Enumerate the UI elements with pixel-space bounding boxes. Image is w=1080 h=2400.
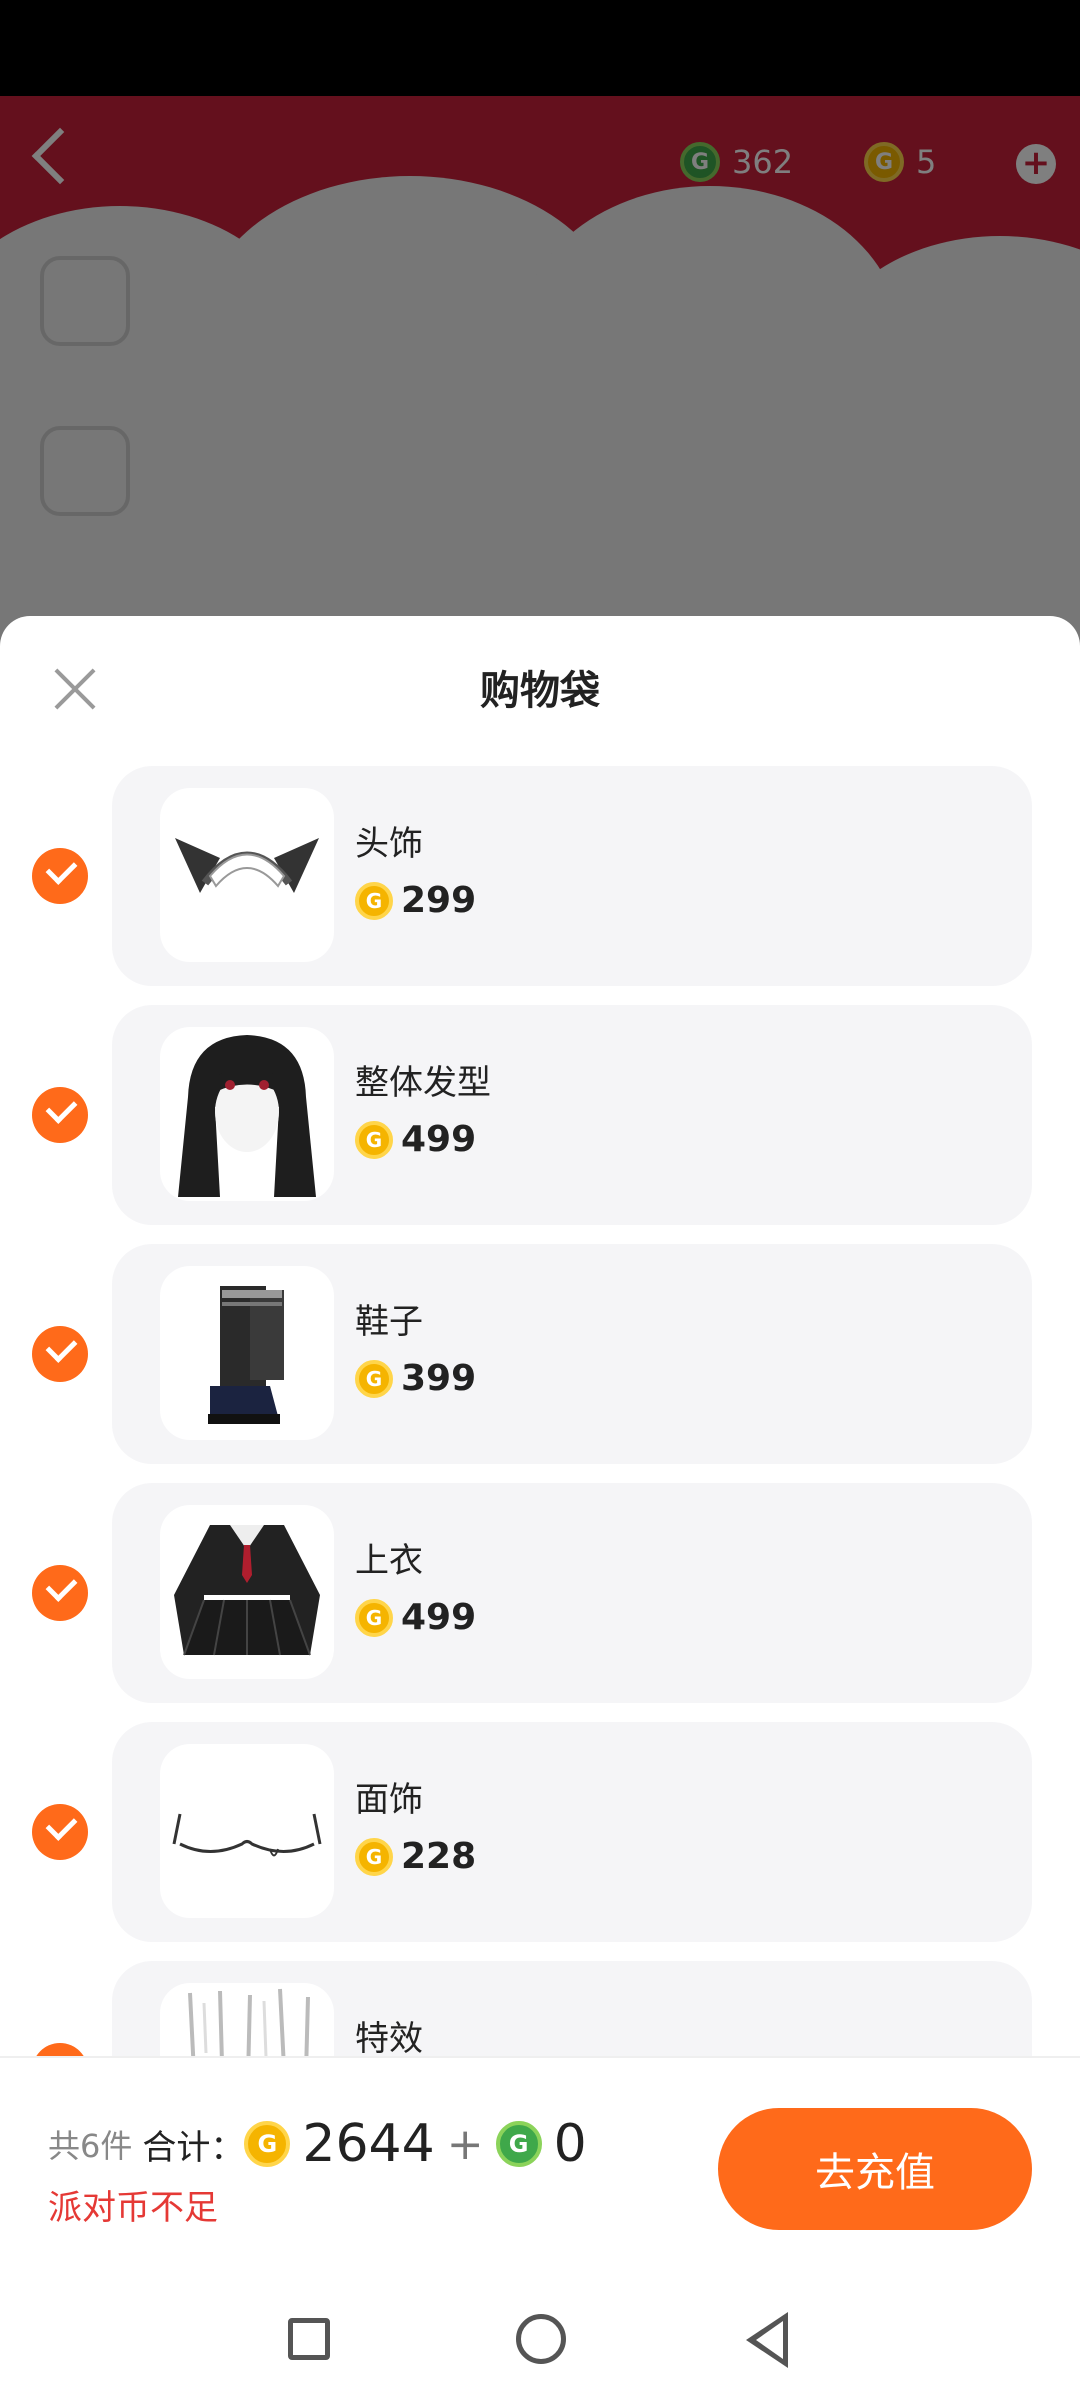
home-icon[interactable] xyxy=(516,2314,566,2364)
item-price: G 399 xyxy=(355,1358,476,1399)
list-item: 面饰 G 228 xyxy=(0,1722,1080,1942)
item-thumbnail xyxy=(160,788,334,962)
status-bar xyxy=(0,0,1080,96)
gold-coin-icon: G xyxy=(355,1359,393,1398)
total-label: 合计： xyxy=(142,2127,245,2168)
item-card[interactable]: 整体发型 G 499 xyxy=(112,1005,1032,1225)
sheet-header: 购物袋 xyxy=(0,616,1080,750)
total-summary: 共6件 合计： G 2644 + G 0 xyxy=(48,2114,587,2174)
item-name: 特效 xyxy=(355,2019,423,2056)
item-card[interactable]: 头饰 G 299 xyxy=(112,766,1032,986)
green-coin-icon: G xyxy=(495,2121,542,2167)
item-card[interactable]: 鞋子 G 399 xyxy=(112,1244,1032,1464)
recent-apps-icon[interactable] xyxy=(288,2318,330,2360)
item-price: G 499 xyxy=(355,1597,476,1638)
item-count: 共6件 xyxy=(48,2127,133,2165)
checkbox-checked-icon[interactable] xyxy=(32,1326,88,1382)
item-name: 面饰 xyxy=(355,1780,423,1820)
system-nav-bar xyxy=(0,2290,1080,2400)
item-thumbnail xyxy=(160,1027,334,1201)
gold-coin-icon: G xyxy=(355,1120,393,1159)
item-name: 鞋子 xyxy=(355,1302,423,1342)
gold-coin-icon: G xyxy=(355,881,393,920)
back-icon-inner xyxy=(756,2321,783,2359)
list-item: 整体发型 G 499 xyxy=(0,1005,1080,1225)
gold-coin-icon: G xyxy=(244,2121,291,2167)
shopping-bag-sheet: 购物袋 头饰 G 299 整体发型 G 499 鞋子 G 399 上衣 G 49… xyxy=(0,616,1080,2400)
list-item: 鞋子 G 399 xyxy=(0,1244,1080,1464)
item-price: G 499 xyxy=(355,1119,476,1160)
gold-total: 2644 xyxy=(302,2114,435,2174)
item-card[interactable]: 上衣 G 499 xyxy=(112,1483,1032,1703)
item-price: G 228 xyxy=(355,1836,476,1877)
green-total: 0 xyxy=(553,2114,587,2174)
plus-sign: + xyxy=(446,2118,484,2170)
item-name: 头饰 xyxy=(355,824,423,864)
item-card[interactable]: 特效 xyxy=(112,1961,1032,2056)
list-item: 上衣 G 499 xyxy=(0,1483,1080,1703)
item-thumbnail xyxy=(160,1266,334,1440)
list-item: 头饰 G 299 xyxy=(0,766,1080,986)
gold-coin-icon: G xyxy=(355,1837,393,1876)
checkbox-checked-icon[interactable] xyxy=(32,1565,88,1621)
item-name: 上衣 xyxy=(355,1541,423,1581)
insufficient-warning: 派对币不足 xyxy=(48,2188,218,2228)
item-thumbnail xyxy=(160,1983,334,2056)
checkbox-checked-icon[interactable] xyxy=(32,1087,88,1143)
item-price: G 299 xyxy=(355,880,476,921)
item-name: 整体发型 xyxy=(355,1063,491,1103)
dim-overlay[interactable] xyxy=(0,96,1080,656)
item-list[interactable]: 头饰 G 299 整体发型 G 499 鞋子 G 399 上衣 G 499 面饰… xyxy=(0,766,1080,2056)
item-card[interactable]: 面饰 G 228 xyxy=(112,1722,1032,1942)
item-thumbnail xyxy=(160,1505,334,1679)
checkbox-checked-icon[interactable] xyxy=(32,2043,88,2056)
item-thumbnail xyxy=(160,1744,334,1918)
list-item: 特效 xyxy=(0,1961,1080,2056)
sheet-title: 购物袋 xyxy=(480,668,600,714)
checkbox-checked-icon[interactable] xyxy=(32,1804,88,1860)
recharge-button[interactable]: 去充值 xyxy=(718,2108,1032,2230)
checkout-bar: 共6件 合计： G 2644 + G 0 派对币不足 去充值 xyxy=(0,2056,1080,2286)
checkbox-checked-icon[interactable] xyxy=(32,848,88,904)
gold-coin-icon: G xyxy=(355,1598,393,1637)
